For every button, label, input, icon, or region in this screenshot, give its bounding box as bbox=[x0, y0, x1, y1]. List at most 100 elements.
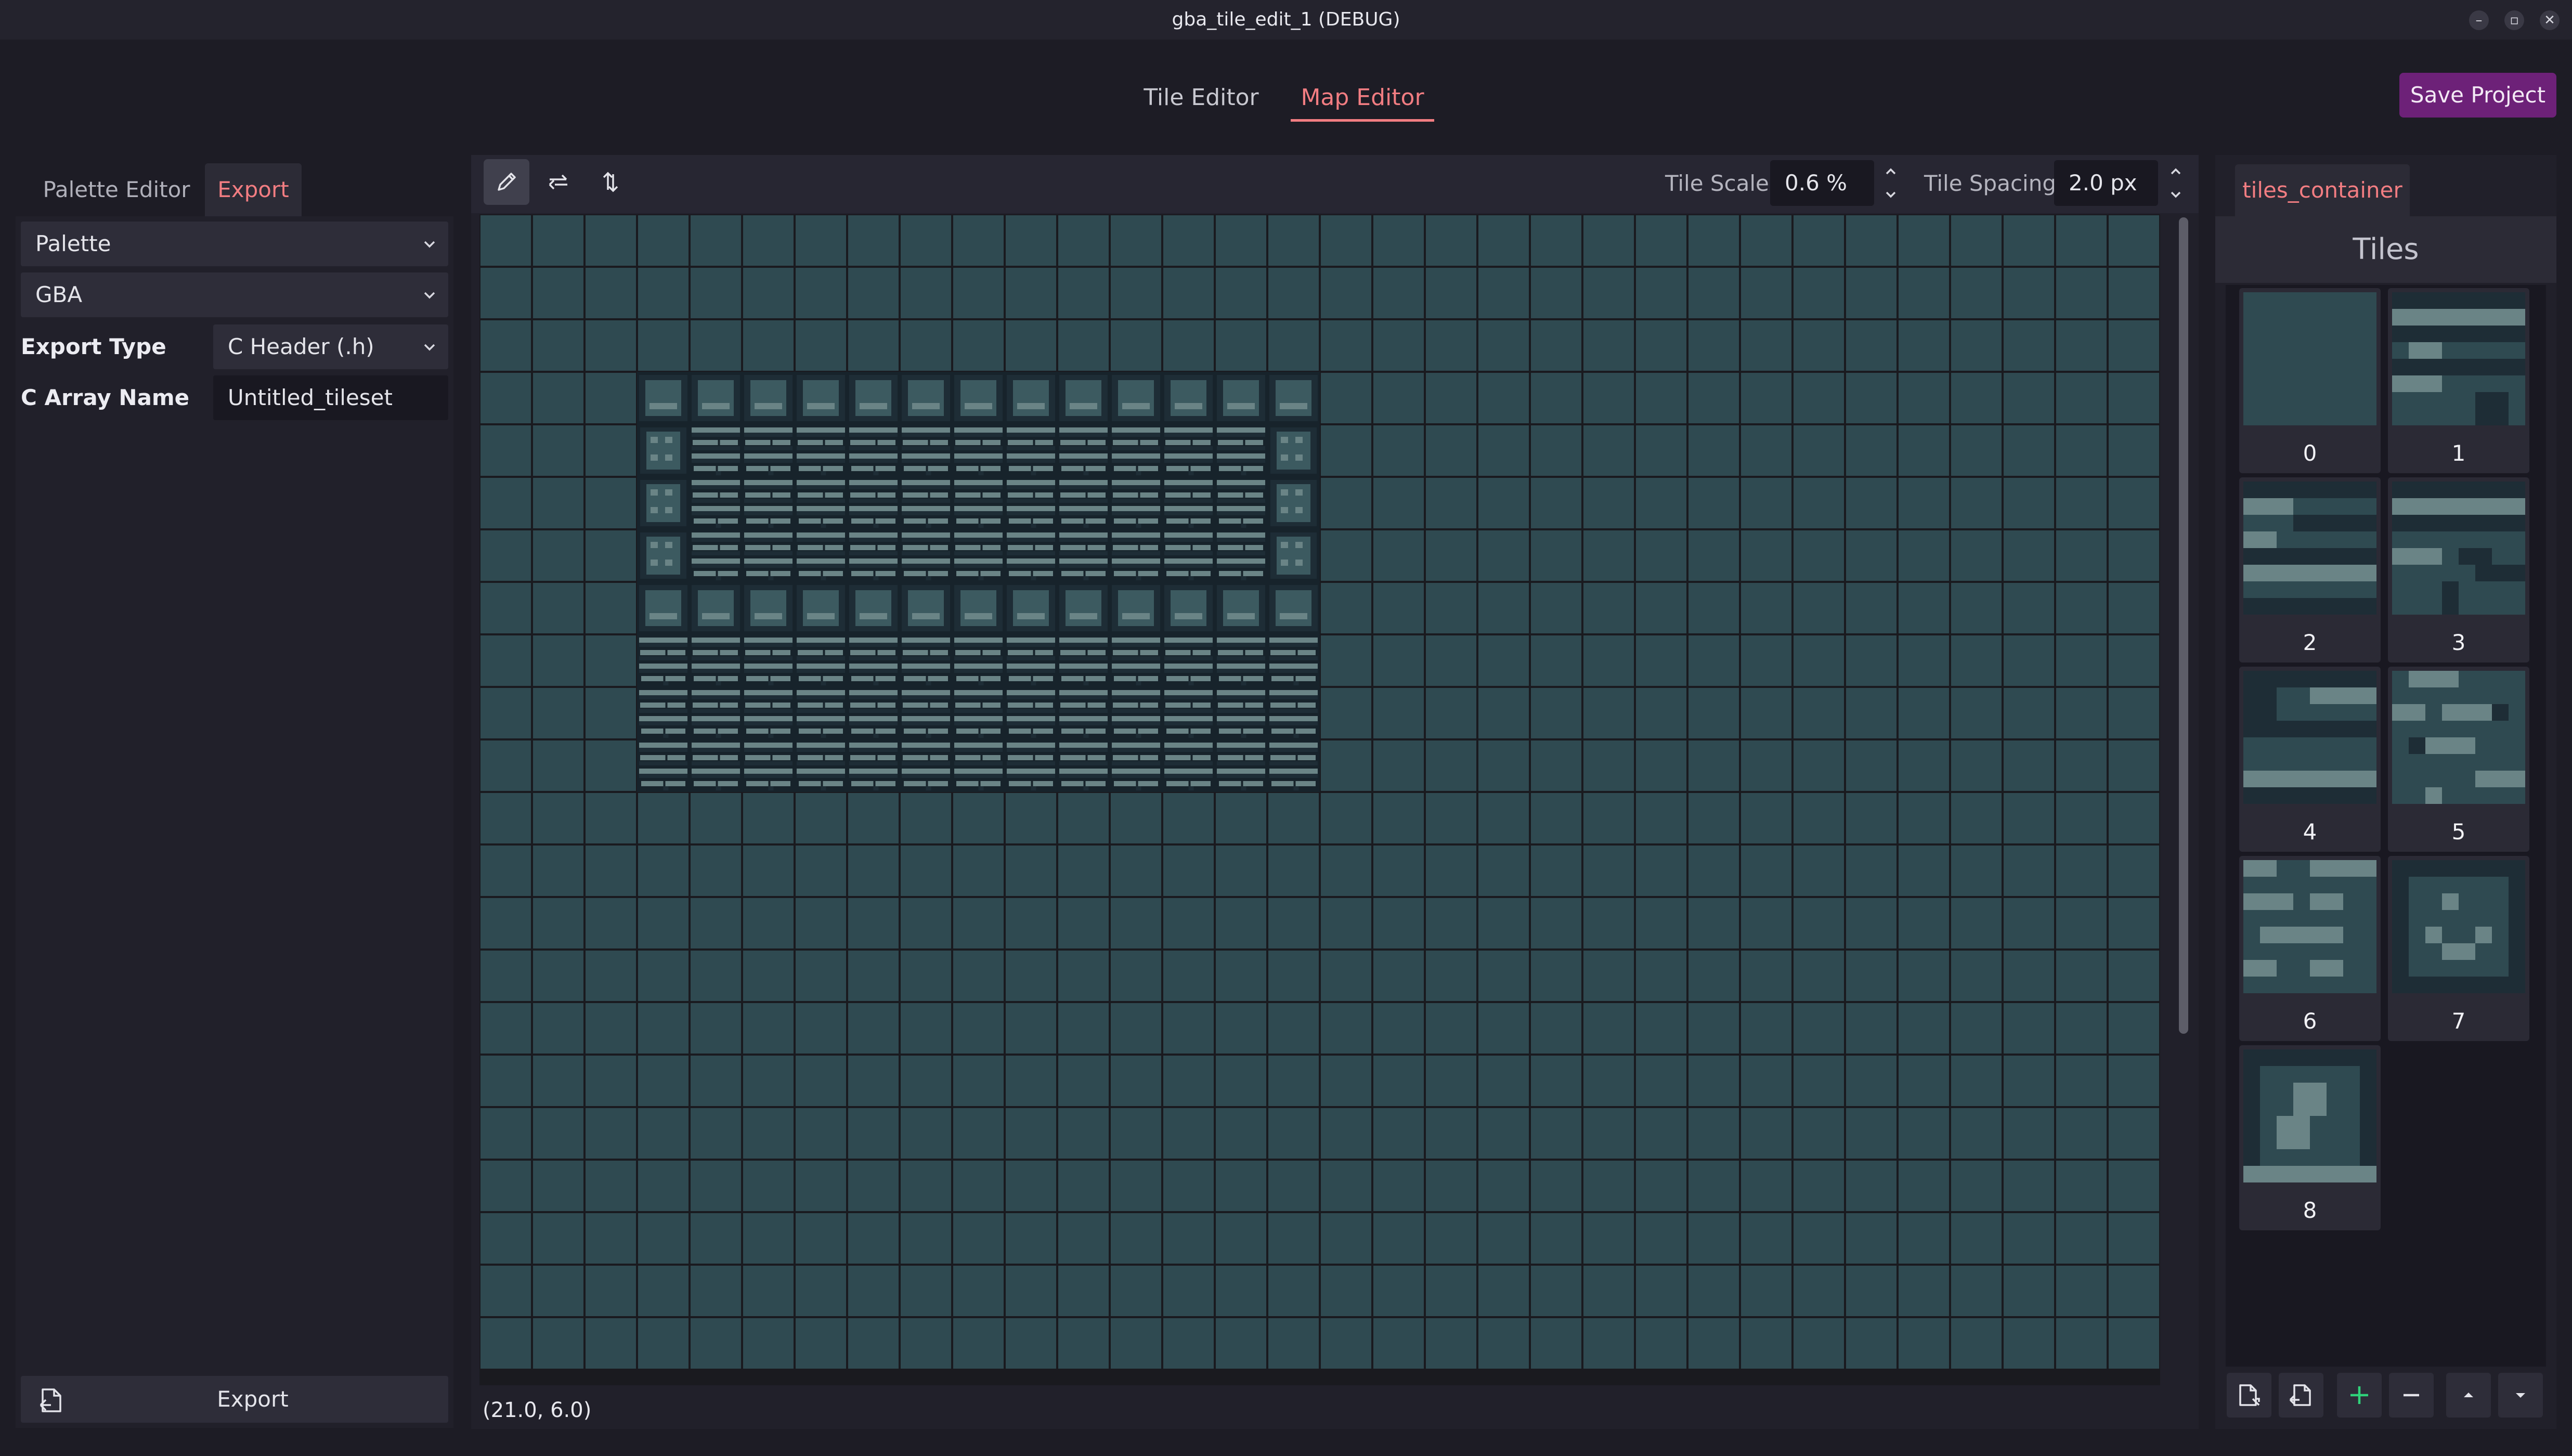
map-cell[interactable] bbox=[953, 793, 1004, 843]
map-cell[interactable] bbox=[1899, 1266, 1949, 1316]
map-cell[interactable] bbox=[1478, 793, 1529, 843]
map-cell[interactable] bbox=[1636, 1056, 1686, 1106]
map-cell[interactable] bbox=[1531, 846, 1581, 896]
pencil-tool-button[interactable] bbox=[484, 159, 529, 205]
map-cell[interactable] bbox=[1321, 740, 1371, 791]
map-cell[interactable] bbox=[480, 1056, 531, 1106]
save-project-button[interactable]: Save Project bbox=[2399, 73, 2556, 118]
map-cell[interactable] bbox=[1426, 1213, 1476, 1264]
map-cell[interactable] bbox=[848, 1161, 899, 1211]
map-cell[interactable] bbox=[1846, 1003, 1896, 1054]
map-cell[interactable] bbox=[796, 215, 846, 266]
map-cell[interactable] bbox=[1058, 320, 1109, 371]
map-cell[interactable] bbox=[691, 898, 741, 948]
map-cell[interactable] bbox=[2056, 215, 2107, 266]
map-cell[interactable] bbox=[533, 793, 583, 843]
map-cell[interactable] bbox=[1951, 898, 2002, 948]
map-cell[interactable] bbox=[1794, 268, 1844, 318]
map-cell[interactable] bbox=[1583, 793, 1634, 843]
map-cell[interactable] bbox=[1006, 1318, 1056, 1369]
map-cell[interactable] bbox=[533, 478, 583, 528]
map-cell[interactable] bbox=[1216, 1003, 1266, 1054]
map-cell[interactable] bbox=[2004, 951, 2054, 1001]
map-cell[interactable] bbox=[1531, 530, 1581, 581]
map-cell[interactable] bbox=[1951, 478, 2002, 528]
map-cell[interactable] bbox=[2109, 1318, 2159, 1369]
map-cell[interactable] bbox=[1216, 898, 1266, 948]
map-cell[interactable] bbox=[1951, 951, 2002, 1001]
map-cell[interactable] bbox=[848, 1213, 899, 1264]
map-cell[interactable] bbox=[1163, 1161, 1214, 1211]
map-cell[interactable] bbox=[1794, 793, 1844, 843]
map-cell[interactable] bbox=[796, 1318, 846, 1369]
map-cell[interactable] bbox=[1478, 1108, 1529, 1159]
map-cell[interactable] bbox=[2056, 846, 2107, 896]
map-cell[interactable] bbox=[1163, 215, 1214, 266]
map-cell[interactable] bbox=[1741, 530, 1791, 581]
map-cell[interactable] bbox=[901, 320, 951, 371]
map-cell[interactable] bbox=[1111, 268, 1161, 318]
map-cell[interactable] bbox=[1794, 1266, 1844, 1316]
map-cell[interactable] bbox=[953, 320, 1004, 371]
map-cell[interactable] bbox=[480, 951, 531, 1001]
map-cell[interactable] bbox=[2004, 1213, 2054, 1264]
map-cell[interactable] bbox=[1688, 1161, 1739, 1211]
map-cell[interactable] bbox=[1846, 215, 1896, 266]
map-cell[interactable] bbox=[1951, 268, 2002, 318]
tile-card-5[interactable]: 5 bbox=[2388, 667, 2529, 852]
map-cell[interactable] bbox=[1951, 1161, 2002, 1211]
map-cell[interactable] bbox=[638, 1318, 689, 1369]
map-cell[interactable] bbox=[1899, 635, 1949, 686]
map-cell[interactable] bbox=[1794, 951, 1844, 1001]
new-tile-file-button[interactable] bbox=[2227, 1373, 2271, 1418]
map-cell[interactable] bbox=[1006, 1108, 1056, 1159]
map-cell[interactable] bbox=[638, 951, 689, 1001]
map-cell[interactable] bbox=[2109, 373, 2159, 423]
map-cell[interactable] bbox=[638, 1161, 689, 1211]
map-cell[interactable] bbox=[1111, 898, 1161, 948]
map-cell[interactable] bbox=[1846, 1266, 1896, 1316]
map-cell[interactable] bbox=[1688, 583, 1739, 633]
map-cell[interactable] bbox=[2004, 793, 2054, 843]
map-cell[interactable] bbox=[586, 740, 636, 791]
map-cell[interactable] bbox=[1531, 793, 1581, 843]
map-cell[interactable] bbox=[1321, 530, 1371, 581]
map-cell[interactable] bbox=[691, 951, 741, 1001]
map-cell[interactable] bbox=[848, 1266, 899, 1316]
map-cell[interactable] bbox=[1321, 320, 1371, 371]
map-cell[interactable] bbox=[1006, 215, 1056, 266]
map-cell[interactable] bbox=[1688, 320, 1739, 371]
map-cell[interactable] bbox=[2056, 1003, 2107, 1054]
map-cell[interactable] bbox=[1688, 951, 1739, 1001]
map-cell[interactable] bbox=[1426, 898, 1476, 948]
map-cell[interactable] bbox=[1216, 793, 1266, 843]
map-cell[interactable] bbox=[1846, 688, 1896, 738]
map-cell[interactable] bbox=[1951, 583, 2002, 633]
map-cell[interactable] bbox=[533, 268, 583, 318]
map-cell[interactable] bbox=[2109, 268, 2159, 318]
map-cell[interactable] bbox=[480, 898, 531, 948]
map-cell[interactable] bbox=[796, 268, 846, 318]
flip-horizontal-button[interactable] bbox=[536, 159, 581, 205]
map-cell[interactable] bbox=[1478, 1213, 1529, 1264]
map-cell[interactable] bbox=[1373, 1213, 1424, 1264]
map-cell[interactable] bbox=[953, 1108, 1004, 1159]
map-cell[interactable] bbox=[480, 1161, 531, 1211]
map-cell[interactable] bbox=[848, 898, 899, 948]
map-cell[interactable] bbox=[1373, 951, 1424, 1001]
map-cell[interactable] bbox=[796, 793, 846, 843]
map-cell[interactable] bbox=[1951, 373, 2002, 423]
map-cell[interactable] bbox=[1373, 793, 1424, 843]
map-cell[interactable] bbox=[1426, 320, 1476, 371]
map-cell[interactable] bbox=[1636, 478, 1686, 528]
map-cell[interactable] bbox=[743, 1161, 794, 1211]
map-cell[interactable] bbox=[1058, 951, 1109, 1001]
map-cell[interactable] bbox=[1531, 1108, 1581, 1159]
map-cell[interactable] bbox=[1846, 793, 1896, 843]
map-cell[interactable] bbox=[1321, 688, 1371, 738]
map-cell[interactable] bbox=[1846, 268, 1896, 318]
map-cell[interactable] bbox=[1899, 793, 1949, 843]
map-cell[interactable] bbox=[1899, 1056, 1949, 1106]
map-cell[interactable] bbox=[901, 1161, 951, 1211]
map-cell[interactable] bbox=[1951, 635, 2002, 686]
